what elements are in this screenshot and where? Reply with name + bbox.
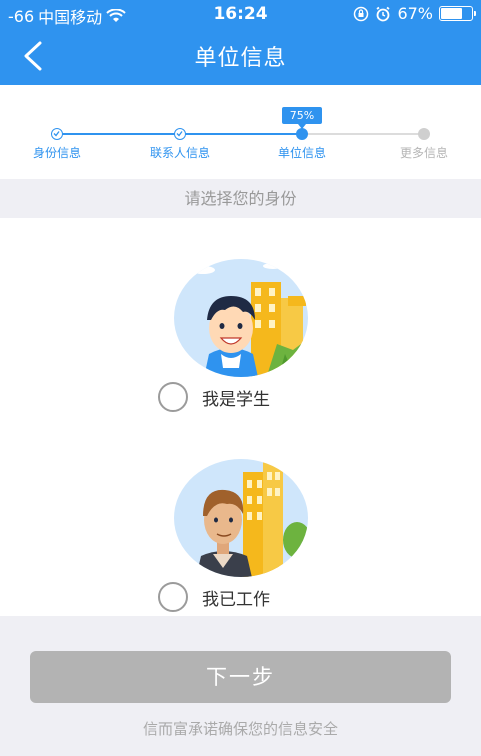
option-worker-label: 我已工作: [202, 589, 270, 610]
identity-prompt: 请选择您的身份: [0, 179, 481, 218]
security-promise: 信而富承诺确保您的信息安全: [142, 720, 338, 738]
progress-track-remaining: [302, 133, 424, 135]
orientation-lock-icon: [354, 6, 369, 21]
header: -66 中国移动 16:24 67% 单位信息: [0, 0, 481, 85]
battery-percent: 67%: [397, 4, 433, 23]
step-label-identity: 身份信息: [32, 146, 82, 160]
status-bar: -66 中国移动 16:24 67%: [0, 0, 481, 28]
option-worker[interactable]: 我已工作: [158, 582, 270, 612]
identity-choices: 我是学生 我已工作: [0, 218, 481, 616]
check-icon: [176, 131, 183, 137]
progress-percent-badge: 75%: [282, 107, 322, 129]
step-node-identity: [51, 128, 63, 140]
step-label-employer: 单位信息: [277, 146, 327, 160]
page-title: 单位信息: [194, 46, 287, 71]
step-node-more: [418, 128, 430, 140]
step-node-employer: [296, 128, 308, 140]
progress-stepper: 75% 身份信息 联系人信息 单位信息 更多信息: [0, 85, 481, 179]
step-label-more: 更多信息: [399, 146, 449, 160]
battery-icon: [439, 6, 476, 21]
worker-radio[interactable]: [158, 582, 188, 612]
option-student-label: 我是学生: [202, 389, 270, 410]
check-icon: [53, 131, 60, 137]
worker-avatar: [174, 459, 308, 577]
next-step-button[interactable]: 下一步: [30, 651, 451, 703]
footer: 下一步 信而富承诺确保您的信息安全: [0, 616, 481, 756]
step-label-contact: 联系人信息: [149, 146, 211, 160]
option-student[interactable]: 我是学生: [158, 382, 270, 412]
alarm-icon: [376, 6, 390, 21]
student-radio[interactable]: [158, 382, 188, 412]
student-avatar: [174, 259, 308, 377]
step-node-contact: [174, 128, 186, 140]
